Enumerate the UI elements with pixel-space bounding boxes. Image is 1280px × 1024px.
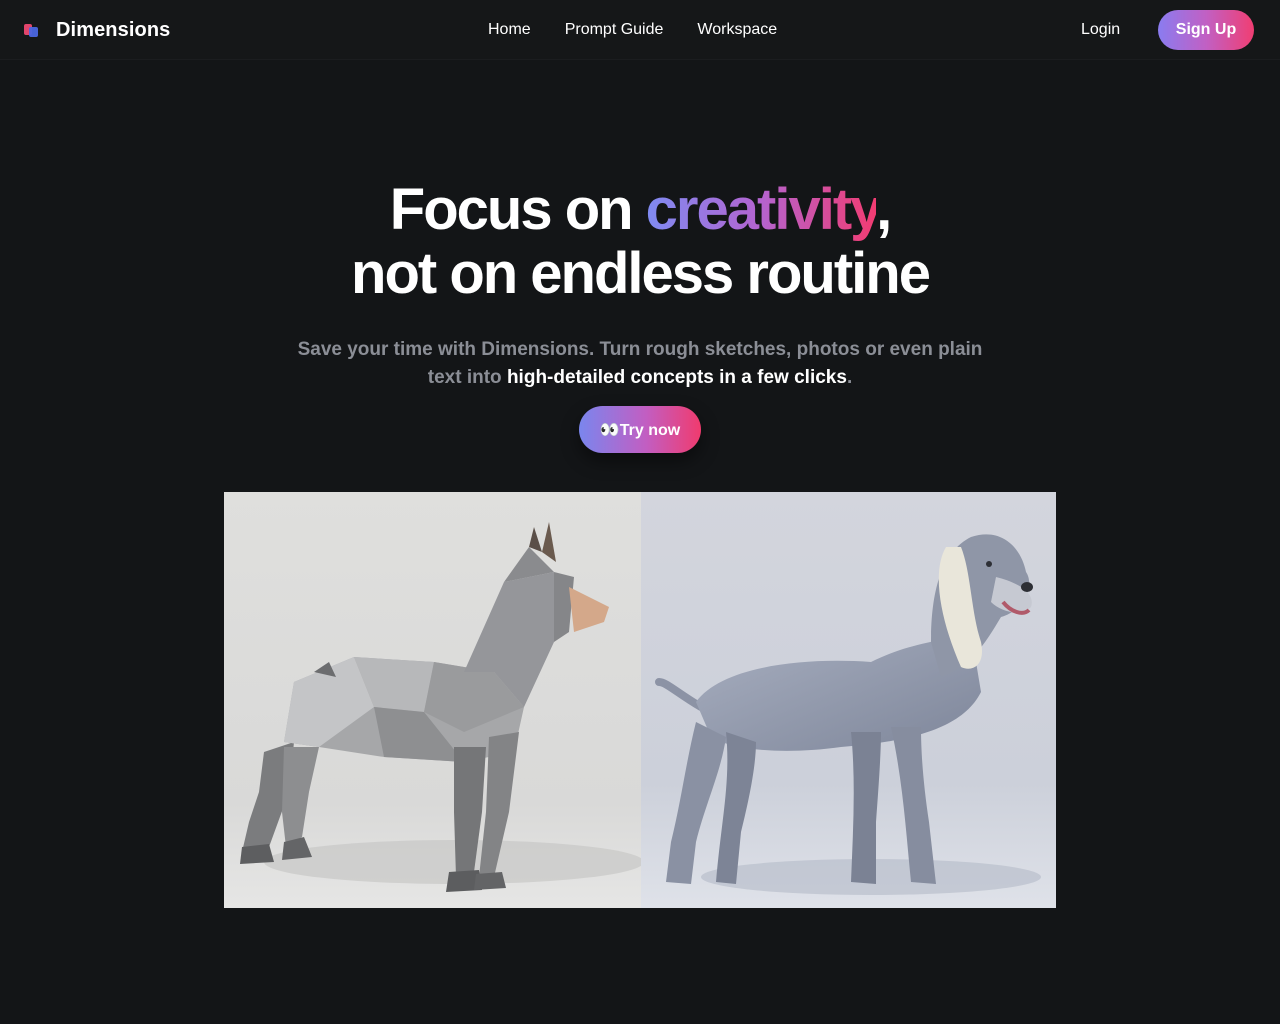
- hero-subtitle-end: .: [846, 367, 853, 388]
- comparison-image: [224, 492, 1056, 908]
- hero-subtitle-highlight: high-detailed concepts in a few clicks: [506, 367, 847, 388]
- hero-title-highlight: creativity: [645, 177, 878, 242]
- low-poly-dog-image: [224, 492, 641, 908]
- signup-button[interactable]: Sign Up: [1158, 10, 1254, 50]
- hero-title: Focus on creativity, not on endless routi…: [0, 178, 1280, 306]
- brand-home-link[interactable]: Dimensions: [22, 0, 170, 60]
- hero-title-line2: not on endless routine: [351, 241, 931, 306]
- hero-subtitle: Save your time with Dimensions. Turn rou…: [290, 336, 990, 392]
- nav-links: Home Prompt Guide Workspace: [471, 0, 794, 60]
- realistic-dog-image: [641, 492, 1056, 908]
- nav-link-workspace[interactable]: Workspace: [680, 21, 794, 39]
- try-now-button[interactable]: 👀Try now: [579, 406, 701, 453]
- brand-name: Dimensions: [56, 18, 171, 41]
- nav-link-prompt-guide[interactable]: Prompt Guide: [548, 21, 681, 39]
- top-navbar: Dimensions Home Prompt Guide Workspace L…: [0, 0, 1280, 60]
- login-link[interactable]: Login: [1069, 0, 1132, 60]
- nav-link-home[interactable]: Home: [471, 21, 548, 39]
- hero-title-part1: Focus on: [389, 177, 646, 242]
- dimensions-logo-icon: [24, 24, 38, 37]
- hero-title-part2: ,: [876, 177, 892, 242]
